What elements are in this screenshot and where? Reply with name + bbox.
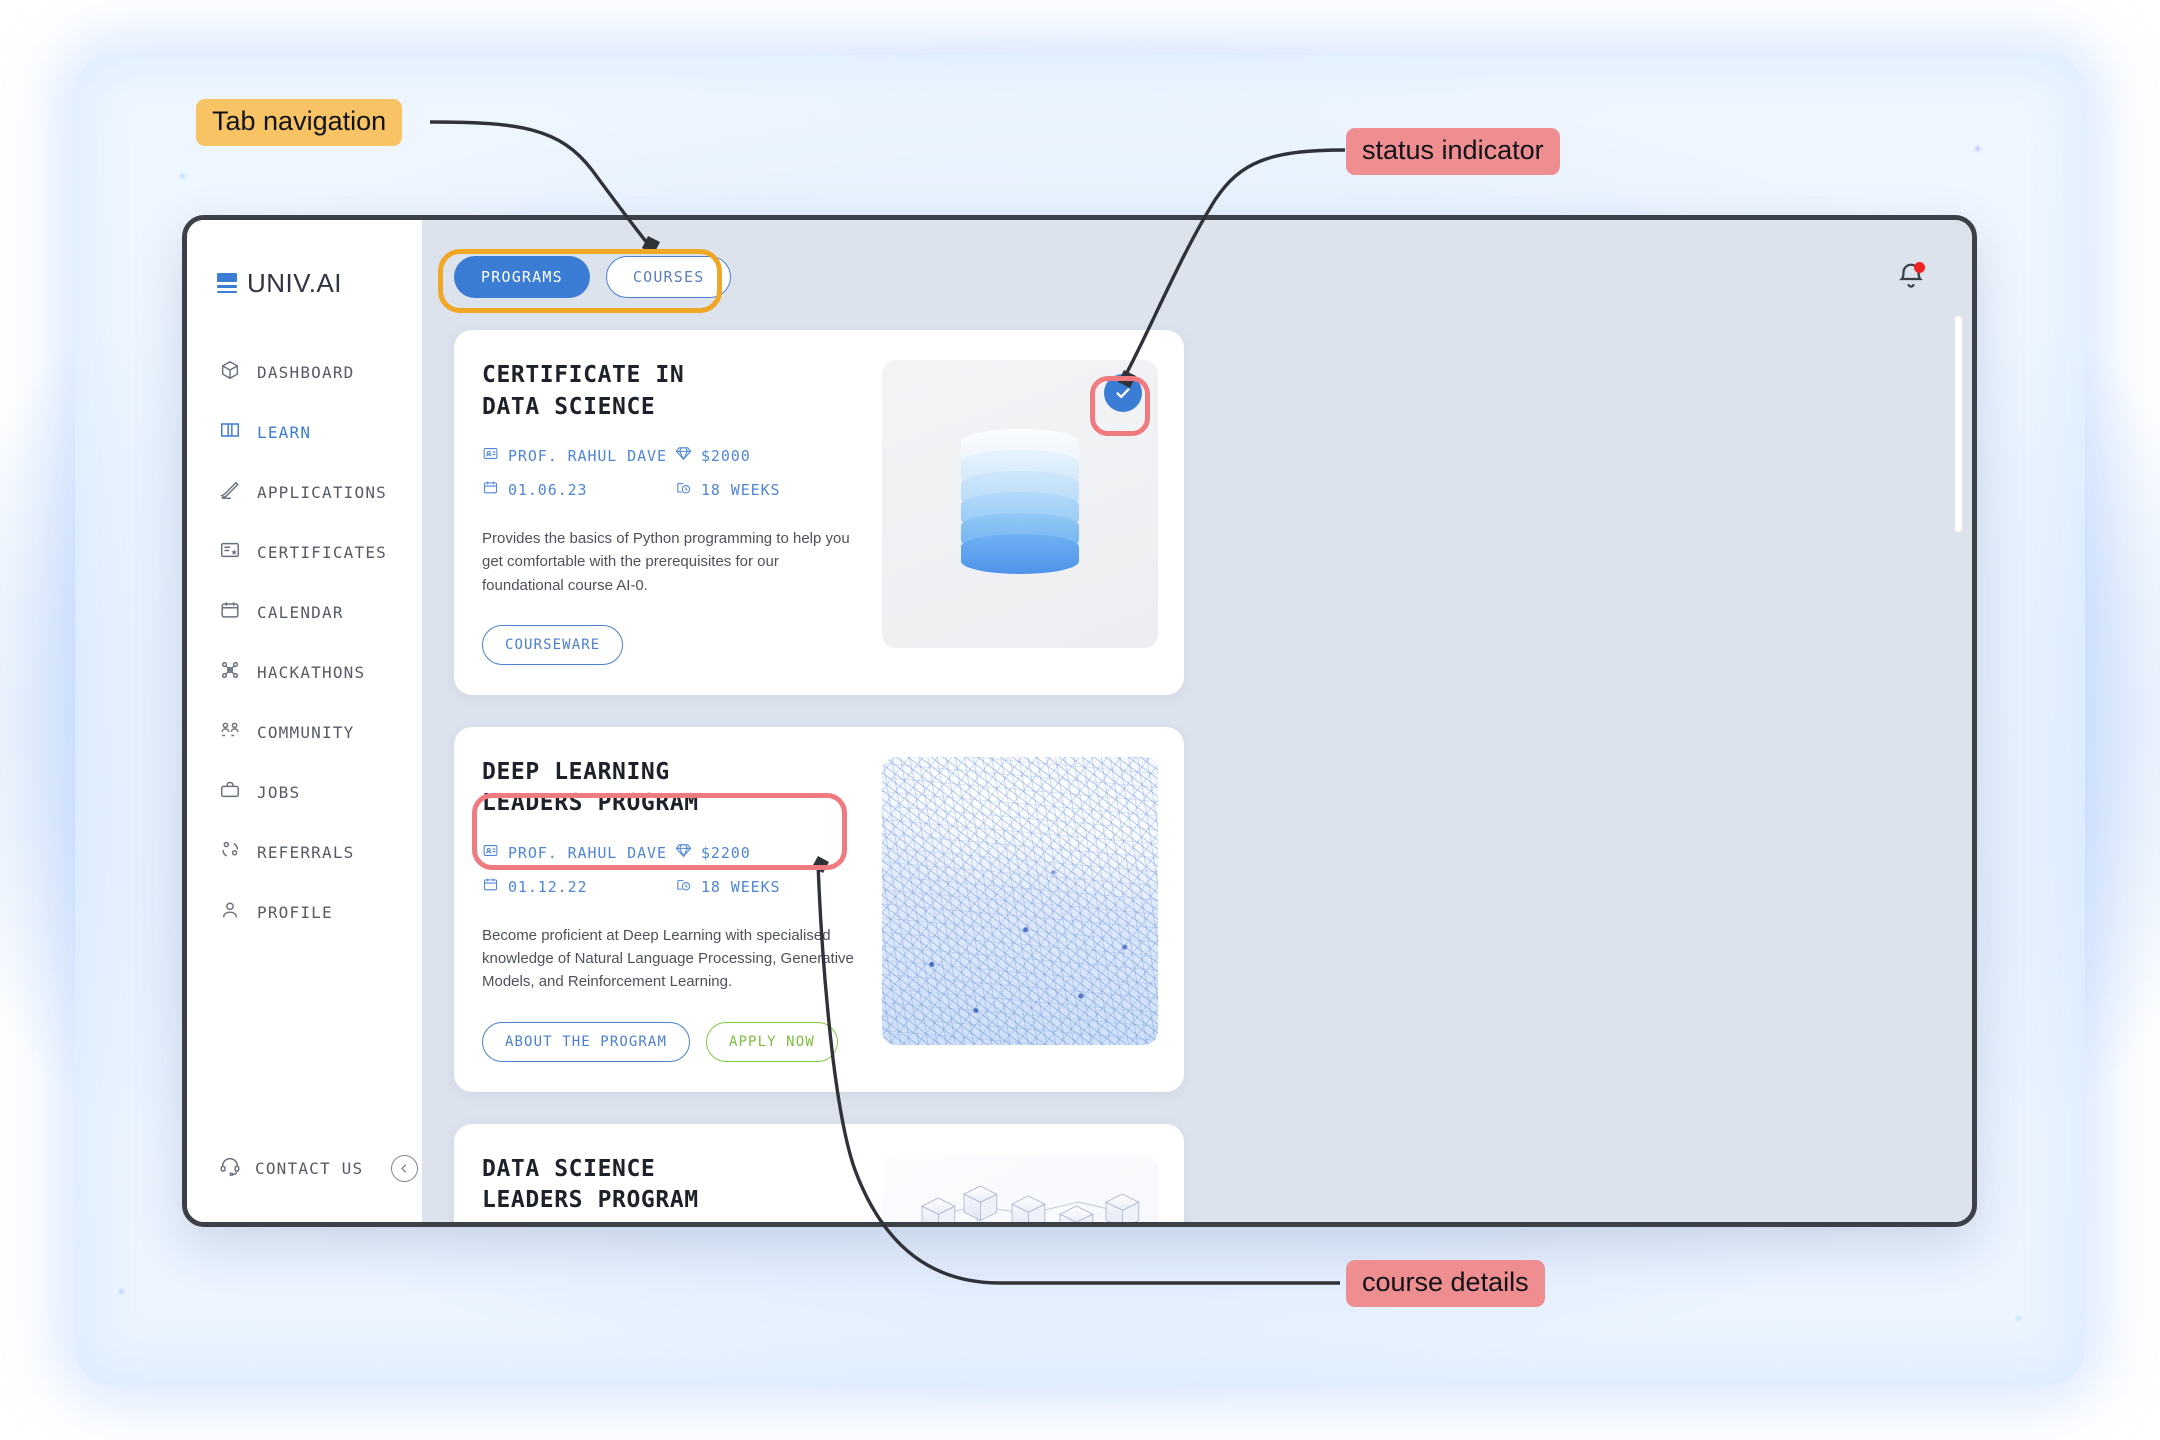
blue-map-texture-illustration bbox=[882, 756, 1158, 1045]
meta-duration: 18 WEEKS bbox=[675, 479, 864, 501]
tab-courses[interactable]: COURSES bbox=[605, 256, 732, 298]
sidebar-item-label: PROFILE bbox=[257, 902, 333, 922]
card-meta: PROF. RAHUL DAVE $2200 01.12.22 18 WEEKS bbox=[482, 842, 864, 898]
tab-programs[interactable]: PROGRAMS bbox=[454, 256, 590, 298]
meta-price-text: $2000 bbox=[701, 447, 751, 465]
sidebar-item-referrals[interactable]: REFERRALS bbox=[187, 822, 422, 882]
enrolled-status-badge[interactable] bbox=[1104, 374, 1142, 412]
sidebar-item-label: DASHBOARD bbox=[257, 362, 355, 382]
bell-icon[interactable] bbox=[1896, 261, 1926, 293]
sidebar-item-label: LEARN bbox=[257, 422, 312, 442]
courseware-button[interactable]: COURSEWARE bbox=[482, 624, 624, 665]
program-card[interactable]: DEEP LEARNING LEADERS PROGRAM PROF. RAHU… bbox=[454, 726, 1184, 1092]
meta-date-text: 01.06.23 bbox=[508, 481, 588, 499]
app-window: UNIV.AI DASHBOARD LEARN APPLICATIONS CER… bbox=[182, 215, 1977, 1227]
instructor-icon bbox=[482, 842, 499, 864]
tab-navigation: PROGRAMS COURSES bbox=[454, 256, 732, 298]
sidebar-item-label: APPLICATIONS bbox=[257, 482, 387, 502]
notification-dot bbox=[1914, 262, 1925, 273]
logo-text: UNIV.AI bbox=[247, 267, 343, 298]
meta-duration: 18 WEEKS bbox=[675, 876, 864, 898]
sidebar-item-profile[interactable]: PROFILE bbox=[187, 882, 422, 942]
meta-instructor: PROF. RAHUL DAVE bbox=[482, 445, 671, 467]
pencil-icon bbox=[219, 479, 241, 506]
sidebar: UNIV.AI DASHBOARD LEARN APPLICATIONS CER… bbox=[187, 220, 422, 1222]
apply-now-button[interactable]: APPLY NOW bbox=[706, 1021, 838, 1062]
certificate-icon bbox=[219, 539, 241, 566]
sidebar-item-label: REFERRALS bbox=[257, 842, 355, 862]
db-stack-shape bbox=[961, 429, 1079, 579]
program-card[interactable]: CERTIFICATE IN DATA SCIENCE PROF. RAHUL … bbox=[454, 330, 1184, 695]
program-cards-grid: CERTIFICATE IN DATA SCIENCE PROF. RAHUL … bbox=[422, 308, 1972, 1222]
meta-instructor: PROF. RAHUL DAVE bbox=[482, 842, 671, 864]
meta-instructor-text: PROF. RAHUL DAVE bbox=[508, 447, 667, 465]
sidebar-item-certificates[interactable]: CERTIFICATES bbox=[187, 522, 422, 582]
program-card[interactable]: DATA SCIENCE LEADERS PROGRAM PROF. RAHUL… bbox=[454, 1123, 1184, 1222]
instructor-icon bbox=[482, 445, 499, 467]
briefcase-icon bbox=[219, 779, 241, 806]
book-icon bbox=[219, 419, 241, 446]
headset-icon bbox=[219, 1155, 241, 1182]
meta-duration-text: 18 WEEKS bbox=[701, 877, 781, 896]
sidebar-item-label: CERTIFICATES bbox=[257, 542, 387, 562]
scrollbar-thumb[interactable] bbox=[1955, 316, 1962, 532]
sidebar-item-jobs[interactable]: JOBS bbox=[187, 762, 422, 822]
sidebar-footer: CONTACT US bbox=[187, 1152, 422, 1222]
cube-icon bbox=[219, 359, 241, 386]
card-actions: COURSEWARE bbox=[482, 597, 864, 665]
calendar-icon bbox=[482, 876, 499, 898]
calendar-icon bbox=[482, 479, 499, 501]
sidebar-item-learn[interactable]: LEARN bbox=[187, 402, 422, 462]
app-logo[interactable]: UNIV.AI bbox=[187, 250, 422, 306]
main-content: PROGRAMS COURSES CERTIFICATE IN DATA SCI… bbox=[422, 220, 1972, 1222]
hackathon-icon bbox=[219, 659, 241, 686]
cube-network-illustration bbox=[882, 1153, 1158, 1222]
sidebar-item-community[interactable]: COMMUNITY bbox=[187, 702, 422, 762]
sidebar-item-dashboard[interactable]: DASHBOARD bbox=[187, 342, 422, 402]
sidebar-item-label: HACKATHONS bbox=[257, 662, 366, 682]
sidebar-nav: DASHBOARD LEARN APPLICATIONS CERTIFICATE… bbox=[187, 342, 422, 1152]
card-title: DATA SCIENCE LEADERS PROGRAM bbox=[482, 1155, 699, 1214]
meta-duration-text: 18 WEEKS bbox=[701, 481, 781, 499]
meta-price-text: $2200 bbox=[701, 843, 751, 862]
card-title: CERTIFICATE IN DATA SCIENCE bbox=[482, 362, 685, 420]
duration-clock-icon bbox=[675, 876, 692, 898]
card-title: DEEP LEARNING LEADERS PROGRAM bbox=[482, 758, 699, 817]
gem-icon bbox=[675, 842, 692, 864]
meta-price: $2200 bbox=[675, 842, 864, 864]
meta-instructor-text: PROF. RAHUL DAVE bbox=[508, 843, 667, 862]
user-icon bbox=[219, 899, 241, 926]
sidebar-item-label: CALENDAR bbox=[257, 602, 344, 622]
logo-mark-icon bbox=[217, 273, 237, 293]
card-actions: ABOUT THE PROGRAM APPLY NOW bbox=[482, 994, 864, 1062]
duration-clock-icon bbox=[675, 479, 692, 501]
content-topbar: PROGRAMS COURSES bbox=[422, 246, 1972, 308]
card-description: Become proficient at Deep Learning with … bbox=[482, 926, 854, 991]
database-stack-illustration bbox=[882, 360, 1158, 648]
community-icon bbox=[219, 719, 241, 746]
cube-network-svg bbox=[921, 1185, 1140, 1222]
map-dots-layer bbox=[882, 756, 1158, 1045]
contact-us-label[interactable]: CONTACT US bbox=[255, 1159, 363, 1178]
meta-price: $2000 bbox=[675, 445, 864, 467]
arrow-left-circle-icon[interactable] bbox=[391, 1154, 419, 1182]
meta-date: 01.12.22 bbox=[482, 876, 671, 898]
card-meta: PROF. RAHUL DAVE $2000 01.06.23 18 WEEKS bbox=[482, 445, 864, 501]
sidebar-item-applications[interactable]: APPLICATIONS bbox=[187, 462, 422, 522]
sidebar-item-label: COMMUNITY bbox=[257, 722, 355, 742]
meta-date: 01.06.23 bbox=[482, 479, 671, 501]
card-description: Provides the basics of Python programmin… bbox=[482, 530, 850, 594]
meta-date-text: 01.12.22 bbox=[508, 877, 588, 896]
content-scrollbar[interactable] bbox=[1955, 316, 1962, 1192]
about-the-program-button[interactable]: ABOUT THE PROGRAM bbox=[482, 1021, 690, 1062]
calendar-icon bbox=[219, 599, 241, 626]
referrals-icon bbox=[219, 839, 241, 866]
sidebar-item-calendar[interactable]: CALENDAR bbox=[187, 582, 422, 642]
sidebar-item-label: JOBS bbox=[257, 782, 301, 802]
sidebar-item-hackathons[interactable]: HACKATHONS bbox=[187, 642, 422, 702]
gem-icon bbox=[675, 445, 692, 467]
